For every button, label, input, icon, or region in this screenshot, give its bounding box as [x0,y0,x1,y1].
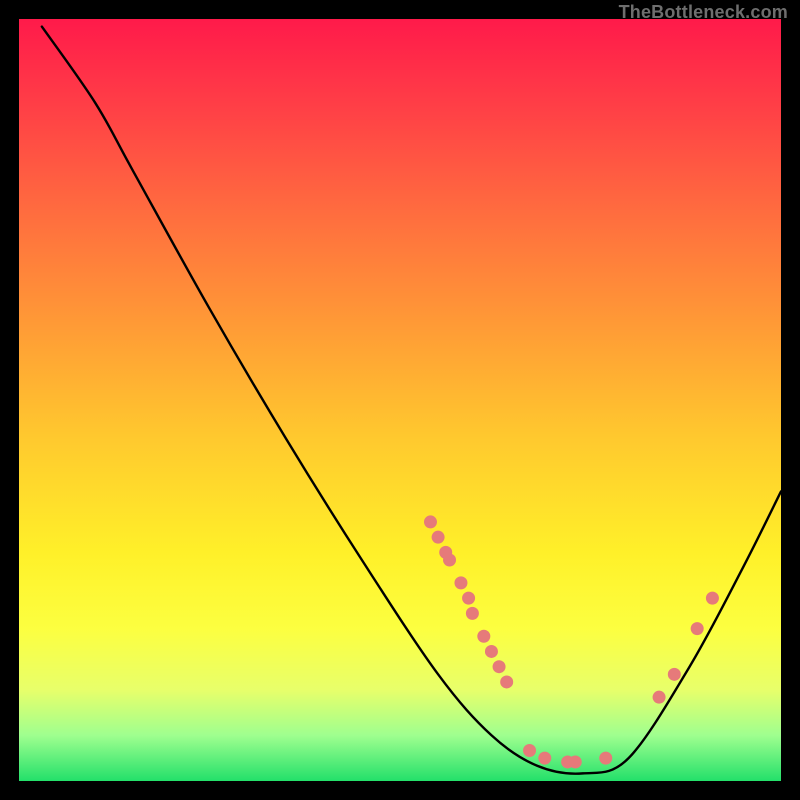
attribution-label: TheBottleneck.com [619,2,788,23]
highlight-dot [443,554,456,567]
highlight-dot [462,592,475,605]
highlight-dot [706,592,719,605]
highlight-dot [432,531,445,544]
highlight-dot [523,744,536,757]
highlight-dot [493,660,506,673]
highlight-dot [485,645,498,658]
highlight-dot [569,755,582,768]
highlight-dot [477,630,490,643]
highlight-dot [538,752,551,765]
highlight-dot [668,668,681,681]
highlight-dot [653,691,666,704]
highlight-dot [599,752,612,765]
highlight-dot [454,576,467,589]
highlight-dot [466,607,479,620]
highlight-dot [691,622,704,635]
chart-svg [19,19,781,781]
highlight-dots-group [424,515,719,768]
bottleneck-curve-line [42,27,781,774]
chart-plot-area [19,19,781,781]
highlight-dot [424,515,437,528]
highlight-dot [500,675,513,688]
